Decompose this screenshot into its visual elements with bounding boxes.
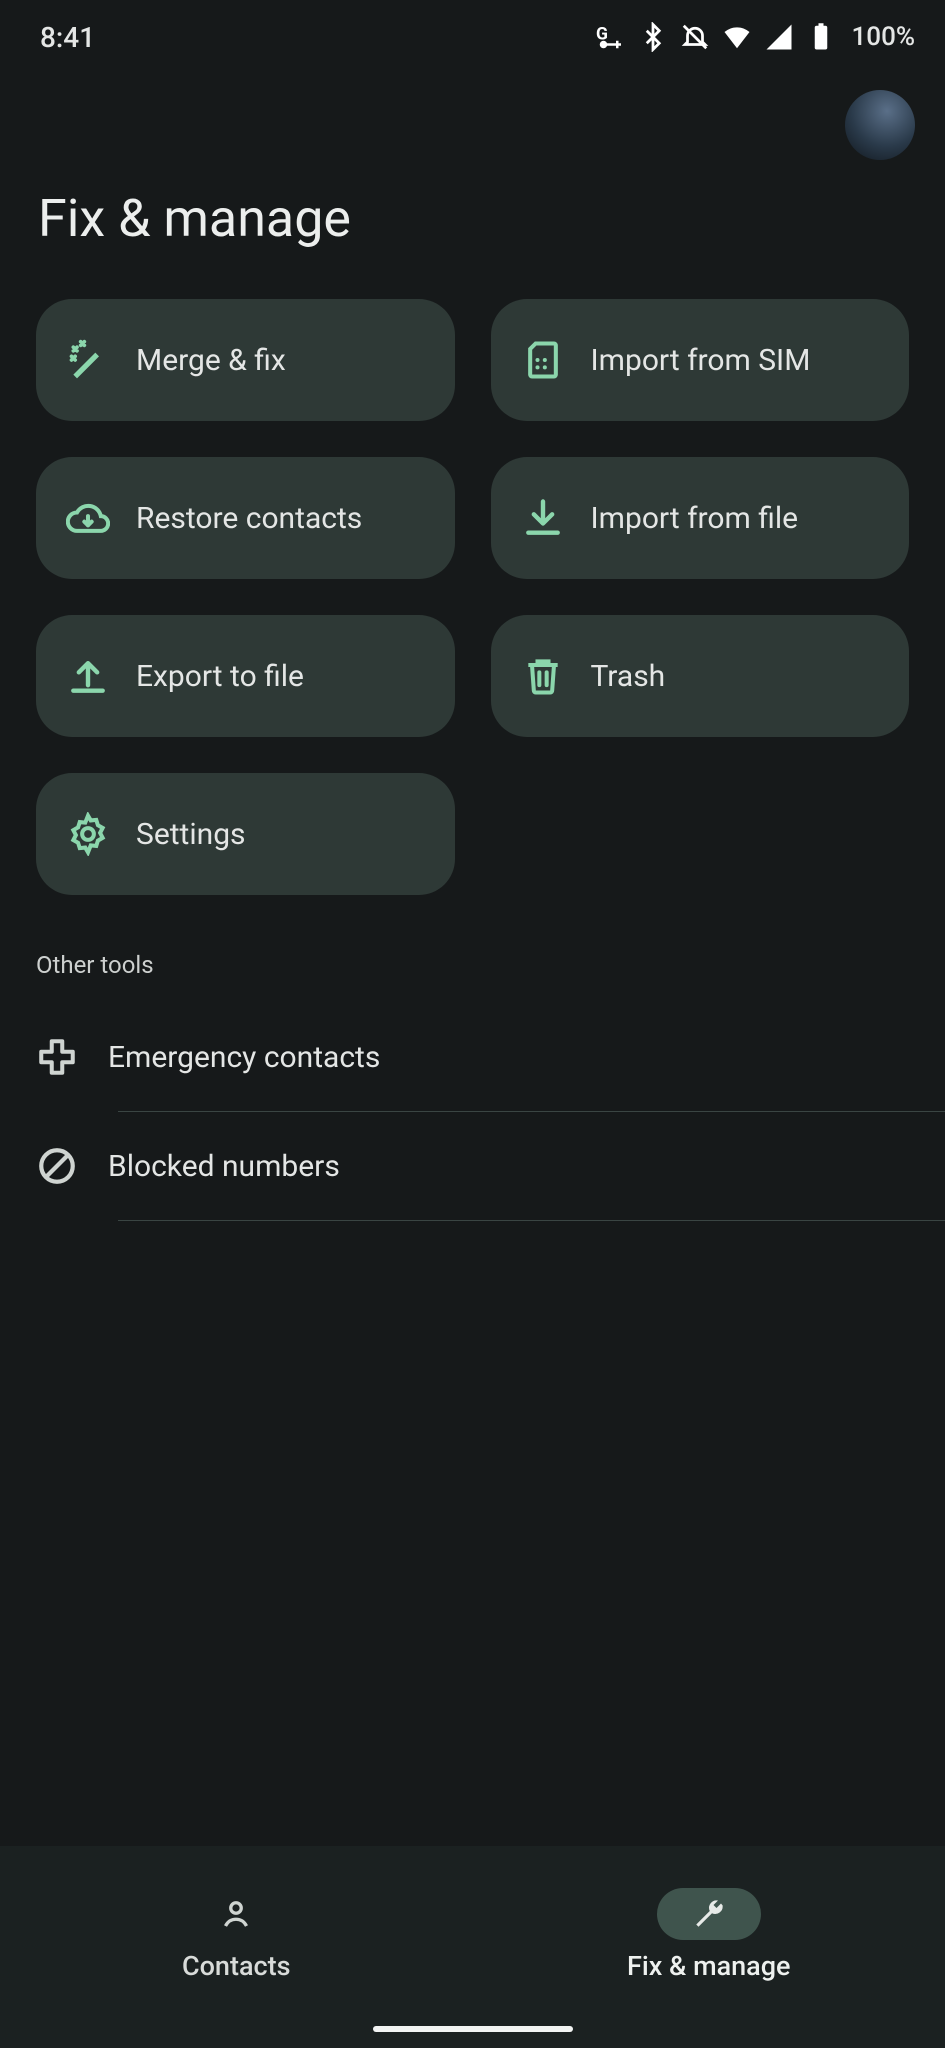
status-icons: G 100%: [596, 22, 915, 52]
import-file-label: Import from file: [591, 501, 799, 536]
import-sim-button[interactable]: Import from SIM: [491, 299, 910, 421]
restore-label: Restore contacts: [136, 501, 362, 536]
dnd-icon: [680, 22, 710, 52]
person-icon: [218, 1896, 254, 1932]
merge-fix-button[interactable]: Merge & fix: [36, 299, 455, 421]
emergency-label: Emergency contacts: [108, 1040, 380, 1075]
import-file-button[interactable]: Import from file: [491, 457, 910, 579]
bluetooth-icon: [638, 22, 668, 52]
other-tools-list: Emergency contacts Blocked numbers: [0, 1003, 945, 1221]
action-grid: Merge & fix Import from SIM Restore cont…: [0, 299, 945, 895]
wrench-icon: [691, 1896, 727, 1932]
status-time: 8:41: [40, 21, 95, 54]
vpn-key-icon: G: [596, 22, 626, 52]
avatar[interactable]: [845, 90, 915, 160]
sim-icon: [521, 338, 565, 382]
nav-fix-manage[interactable]: Fix & manage: [473, 1846, 945, 2010]
export-file-label: Export to file: [136, 659, 304, 694]
export-file-button[interactable]: Export to file: [36, 615, 455, 737]
gear-icon: [66, 812, 110, 856]
header: [0, 74, 945, 160]
cloud-download-icon: [66, 496, 110, 540]
blocked-icon: [36, 1145, 78, 1187]
download-icon: [521, 496, 565, 540]
blocked-label: Blocked numbers: [108, 1149, 340, 1184]
trash-icon: [521, 654, 565, 698]
battery-icon: [806, 22, 836, 52]
settings-button[interactable]: Settings: [36, 773, 455, 895]
battery-percent: 100%: [852, 22, 915, 52]
restore-button[interactable]: Restore contacts: [36, 457, 455, 579]
status-bar: 8:41 G 100%: [0, 0, 945, 74]
settings-label: Settings: [136, 817, 246, 852]
nav-fix-manage-label: Fix & manage: [627, 1950, 791, 1982]
trash-button[interactable]: Trash: [491, 615, 910, 737]
nav-contacts-label: Contacts: [182, 1950, 291, 1982]
wifi-icon: [722, 22, 752, 52]
upload-icon: [66, 654, 110, 698]
merge-fix-label: Merge & fix: [136, 343, 286, 378]
other-tools-header: Other tools: [0, 895, 945, 1003]
blocked-numbers-item[interactable]: Blocked numbers: [0, 1112, 945, 1220]
signal-icon: [764, 22, 794, 52]
bottom-nav: Contacts Fix & manage: [0, 1846, 945, 2010]
magic-wand-icon: [66, 338, 110, 382]
nav-contacts[interactable]: Contacts: [0, 1846, 473, 2010]
trash-label: Trash: [591, 659, 666, 694]
import-sim-label: Import from SIM: [591, 343, 811, 378]
gesture-pill[interactable]: [373, 2026, 573, 2032]
medical-icon: [36, 1036, 78, 1078]
page-title: Fix & manage: [0, 160, 945, 299]
gesture-bar: [0, 2010, 945, 2048]
emergency-contacts-item[interactable]: Emergency contacts: [0, 1003, 945, 1111]
